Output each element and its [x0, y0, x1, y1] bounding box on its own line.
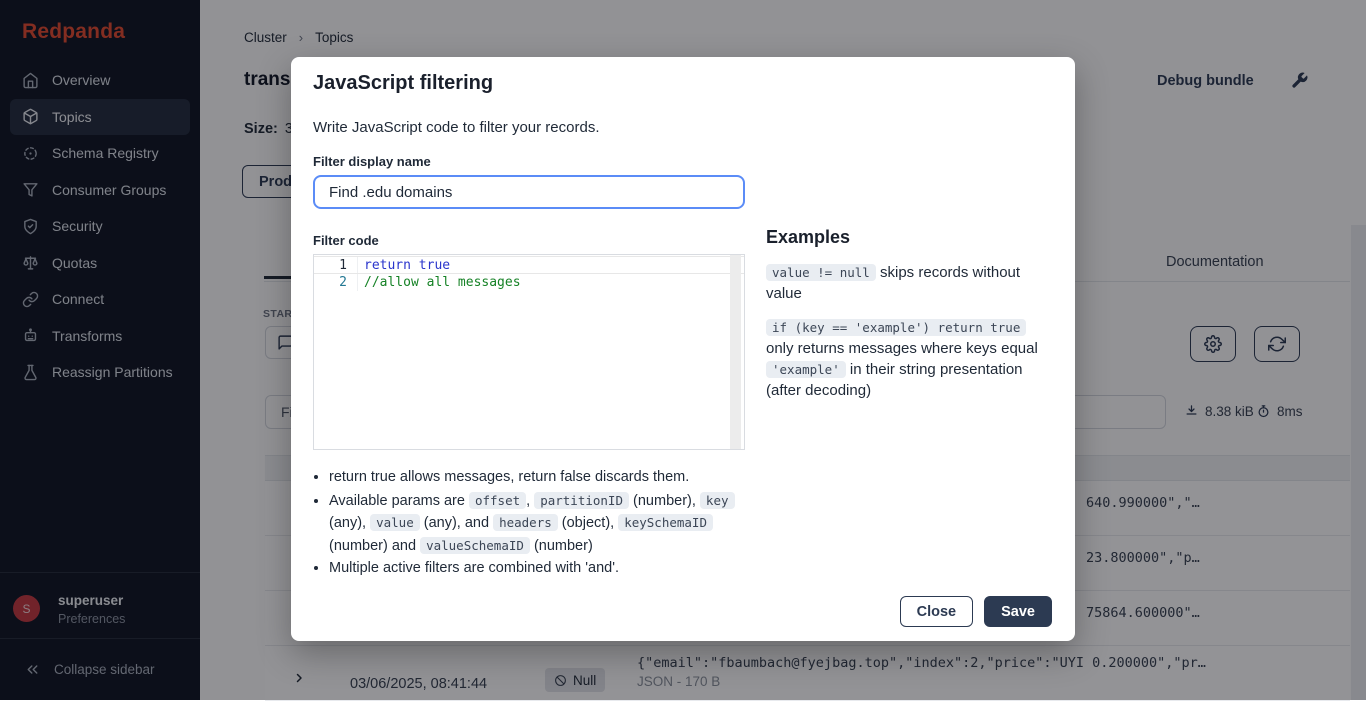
line-number: 2	[314, 274, 358, 292]
inline-code-chip: value	[370, 514, 420, 531]
example-2: if (key == 'example') return true only r…	[766, 317, 1056, 401]
note-item: Multiple active filters are combined wit…	[329, 558, 761, 580]
code-text: return true	[358, 257, 450, 273]
editor-line: 1 return true	[314, 256, 744, 274]
inline-code-chip: partitionID	[534, 492, 629, 509]
filter-name-input[interactable]	[313, 175, 745, 209]
save-button[interactable]: Save	[984, 596, 1052, 627]
code-text: //allow all messages	[358, 274, 521, 292]
javascript-filtering-modal: JavaScript filtering Write JavaScript co…	[291, 57, 1075, 641]
modal-title: JavaScript filtering	[313, 72, 493, 95]
note-item: return true allows messages, return fals…	[329, 467, 761, 489]
inline-code-chip: value != null	[766, 264, 876, 281]
inline-code-chip: offset	[469, 492, 526, 509]
note-item: Available params are offset, partitionID…	[329, 490, 761, 558]
filter-name-label: Filter display name	[313, 154, 431, 169]
inline-code-chip: if (key == 'example') return true	[766, 319, 1026, 336]
inline-code-chip: key	[700, 492, 735, 509]
filter-code-label: Filter code	[313, 233, 379, 248]
editor-scrollbar[interactable]	[730, 255, 741, 449]
modal-description: Write JavaScript code to filter your rec…	[313, 119, 600, 136]
example-1: value != null skips records without valu…	[766, 262, 1056, 304]
inline-code-chip: keySchemaID	[618, 514, 713, 531]
inline-code-chip: headers	[493, 514, 558, 531]
editor-line: 2 //allow all messages	[314, 274, 744, 292]
close-button[interactable]: Close	[900, 596, 974, 627]
inline-code-chip: 'example'	[766, 361, 846, 378]
inline-code-chip: valueSchemaID	[420, 537, 530, 554]
filter-notes: return true allows messages, return fals…	[313, 467, 761, 581]
examples-heading: Examples	[766, 227, 1056, 248]
code-editor[interactable]: 1 return true 2 //allow all messages	[313, 254, 745, 450]
examples-panel: Examples value != null skips records wit…	[766, 227, 1056, 414]
line-number: 1	[314, 257, 358, 273]
